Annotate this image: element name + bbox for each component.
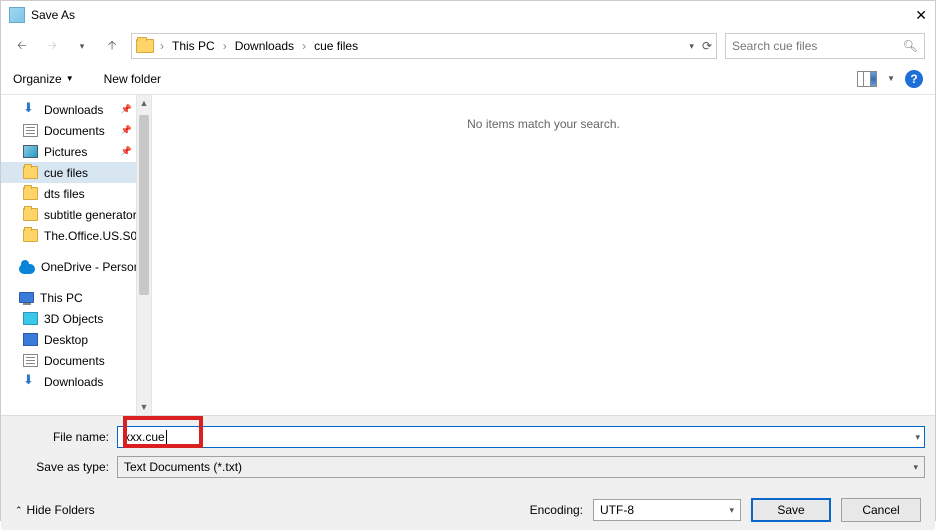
tree-item-office[interactable]: The.Office.US.S0 [1, 225, 136, 246]
filename-label: File name: [11, 430, 117, 444]
encoding-value: UTF-8 [600, 503, 634, 517]
chevron-down-icon: ▼ [66, 74, 74, 83]
search-icon: 🔍︎ [903, 39, 918, 53]
chevron-down-icon: ▾ [729, 505, 734, 516]
document-icon [23, 124, 38, 137]
footer: ⌃ Hide Folders Encoding: UTF-8 ▾ Save Ca… [1, 490, 935, 530]
save-button[interactable]: Save [751, 498, 831, 522]
savetype-select[interactable]: Text Documents (*.txt) ▾ [117, 456, 925, 478]
scroll-down-icon[interactable]: ▼ [137, 399, 151, 415]
tree-item-documents[interactable]: Documents📌 [1, 120, 136, 141]
scroll-up-icon[interactable]: ▲ [137, 95, 151, 111]
body-area: Downloads📌 Documents📌 Pictures📌 cue file… [1, 95, 935, 415]
address-dropdown[interactable]: ▾ [689, 41, 694, 52]
chevron-right-icon[interactable]: › [221, 39, 229, 53]
recent-locations-dropdown[interactable]: ▾ [71, 35, 93, 57]
tree-item-3dobjects[interactable]: 3D Objects [1, 308, 136, 329]
navigation-tree: Downloads📌 Documents📌 Pictures📌 cue file… [1, 95, 136, 415]
pin-icon: 📌 [121, 104, 132, 115]
download-icon [23, 375, 38, 388]
chevron-right-icon[interactable]: › [300, 39, 308, 53]
refresh-button[interactable]: ⟳ [702, 39, 712, 53]
tree-item-downloads[interactable]: Downloads📌 [1, 99, 136, 120]
chevron-up-icon: ⌃ [15, 505, 23, 516]
new-folder-button[interactable]: New folder [104, 72, 161, 86]
view-mode-selector[interactable] [857, 71, 877, 87]
cancel-button[interactable]: Cancel [841, 498, 921, 522]
chevron-right-icon[interactable]: › [158, 39, 166, 53]
tree-item-downloads2[interactable]: Downloads [1, 371, 136, 392]
titlebar: Save As ✕ [1, 1, 935, 29]
tree-scrollbar[interactable]: ▲ ▼ [136, 95, 152, 415]
tree-item-thispc[interactable]: This PC [1, 287, 136, 308]
navbar: 🡠 🡢 ▾ 🡡 › This PC › Downloads › cue file… [1, 29, 935, 63]
document-icon [23, 354, 38, 367]
search-input[interactable]: Search cue files 🔍︎ [725, 33, 925, 59]
folder-icon [136, 39, 154, 53]
desktop-icon [23, 333, 38, 346]
folder-icon [23, 187, 38, 200]
savetype-value: Text Documents (*.txt) [124, 460, 242, 474]
3d-icon [23, 312, 38, 325]
up-button[interactable]: 🡡 [101, 35, 123, 57]
back-button[interactable]: 🡠 [11, 35, 33, 57]
tree-item-dtsfiles[interactable]: dts files [1, 183, 136, 204]
tree-item-subtitle[interactable]: subtitle generator [1, 204, 136, 225]
window-title: Save As [31, 8, 887, 22]
close-button[interactable]: ✕ [887, 7, 927, 24]
pin-icon: 📌 [121, 125, 132, 136]
tree-item-pictures[interactable]: Pictures📌 [1, 141, 136, 162]
encoding-select[interactable]: UTF-8 ▾ [593, 499, 741, 521]
tree-item-desktop[interactable]: Desktop [1, 329, 136, 350]
breadcrumb-thispc[interactable]: This PC [170, 39, 217, 53]
search-placeholder: Search cue files [732, 39, 817, 53]
address-bar[interactable]: › This PC › Downloads › cue files ▾ ⟳ [131, 33, 717, 59]
breadcrumb-downloads[interactable]: Downloads [233, 39, 296, 53]
folder-icon [23, 166, 38, 179]
tree-item-onedrive[interactable]: OneDrive - Person [1, 256, 136, 277]
bottom-fields: File name: xxx.cue ▾ Save as type: Text … [1, 415, 935, 490]
scroll-thumb[interactable] [139, 115, 149, 295]
tree-item-cuefiles[interactable]: cue files [1, 162, 136, 183]
encoding-label: Encoding: [530, 503, 583, 517]
pictures-icon [23, 145, 38, 158]
pin-icon: 📌 [121, 146, 132, 157]
tree-item-documents2[interactable]: Documents [1, 350, 136, 371]
breadcrumb-cuefiles[interactable]: cue files [312, 39, 360, 53]
savetype-label: Save as type: [11, 460, 117, 474]
filename-input[interactable]: xxx.cue ▾ [117, 426, 925, 448]
folder-icon [23, 208, 38, 221]
empty-message: No items match your search. [467, 117, 620, 131]
hide-folders-button[interactable]: ⌃ Hide Folders [15, 503, 95, 517]
chevron-down-icon[interactable]: ▼ [887, 74, 895, 83]
thispc-icon [19, 292, 34, 303]
filename-value: xxx.cue [124, 430, 165, 444]
folder-icon [23, 229, 38, 242]
filename-history-dropdown[interactable]: ▾ [915, 432, 920, 443]
toolbar: Organize ▼ New folder ▼ ? [1, 63, 935, 95]
onedrive-icon [19, 264, 35, 274]
file-list-pane: No items match your search. [152, 95, 935, 415]
download-icon [23, 103, 38, 116]
forward-button[interactable]: 🡢 [41, 35, 63, 57]
app-icon [9, 7, 25, 23]
help-icon[interactable]: ? [905, 70, 923, 88]
organize-button[interactable]: Organize ▼ [13, 72, 74, 86]
chevron-down-icon: ▾ [913, 462, 918, 473]
